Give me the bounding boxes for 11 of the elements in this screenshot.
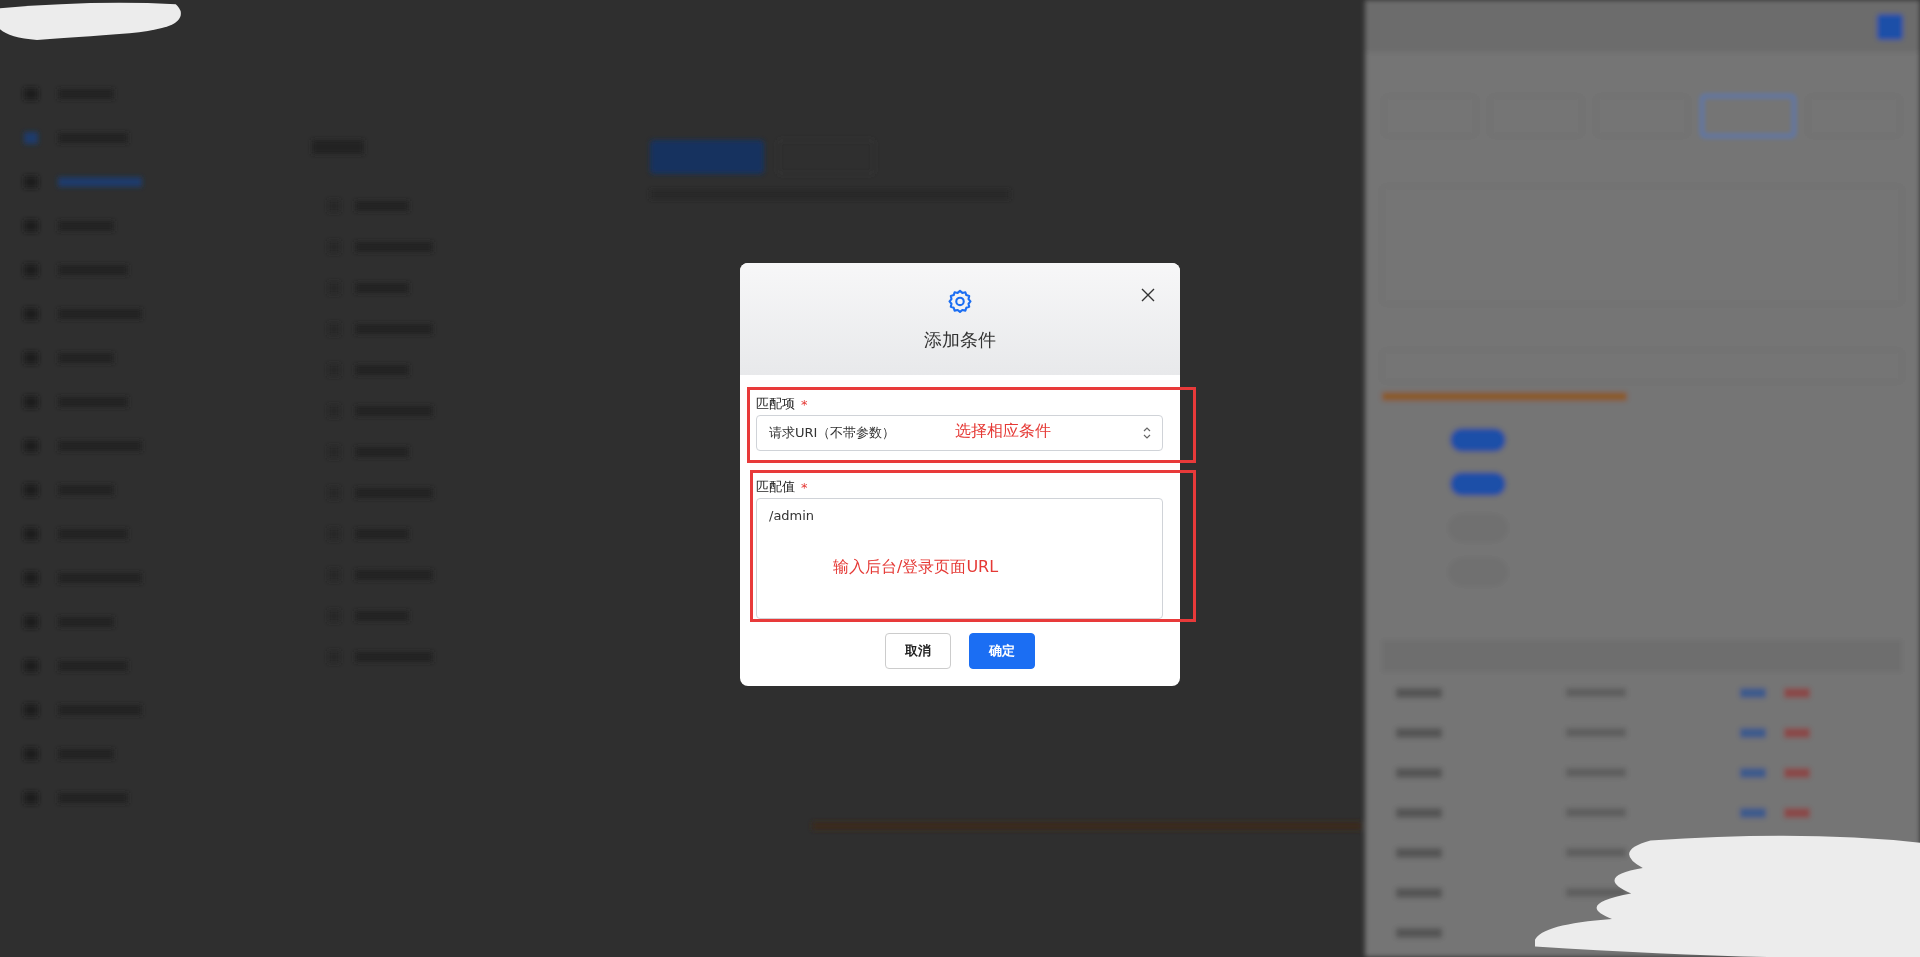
dialog-title: 添加条件 xyxy=(924,328,996,352)
field-label: 匹配值 xyxy=(756,478,795,496)
cancel-button[interactable]: 取消 xyxy=(885,633,951,669)
field-label: 匹配项 xyxy=(756,395,795,413)
required-mark: * xyxy=(801,479,808,495)
required-mark: * xyxy=(801,396,808,412)
confirm-button[interactable]: 确定 xyxy=(969,633,1035,669)
settings-icon xyxy=(946,288,974,316)
annotation-text: 输入后台/登录页面URL xyxy=(833,557,999,578)
annotation-text: 选择相应条件 xyxy=(955,421,1051,442)
chevron-icon xyxy=(1142,425,1152,441)
